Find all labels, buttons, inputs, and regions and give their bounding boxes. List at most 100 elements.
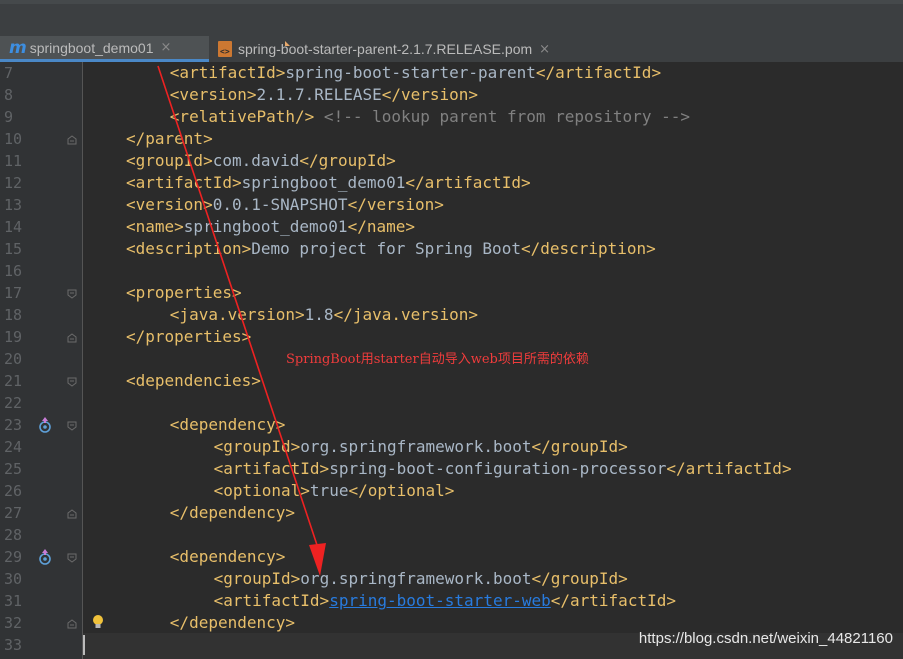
code-text: <artifactId>spring-boot-configuration-pr… [214,458,792,480]
dependency-update-icon[interactable] [38,417,52,433]
xml-tag: <artifactId> [213,591,330,610]
xml-tag: <java.version> [169,305,305,324]
code-line: 17 <properties> [0,282,903,304]
xml-tag: </artifactId> [666,459,792,478]
xml-tag: <name> [126,217,184,236]
code-line: 28 [0,524,903,546]
code-text: <artifactId>spring-boot-starter-web</art… [214,590,676,612]
line-number: 32 [4,614,23,632]
xml-value: springboot_demo01 [183,217,348,236]
line-number: 16 [4,262,23,280]
xml-tag: </groupId> [299,151,396,170]
code-line: 11 <groupId>com.david</groupId> [0,150,903,172]
lightbulb-icon[interactable] [91,614,105,630]
xml-tag: </groupId> [531,569,628,588]
code-line: 31 <artifactId>spring-boot-starter-web</a… [0,590,903,612]
xml-tag: <artifactId> [213,459,330,478]
xml-value: Demo project for Spring Boot [251,239,521,258]
xml-tag: </parent> [126,129,213,148]
line-number: 22 [4,394,23,412]
code-text: <java.version>1.8</java.version> [170,304,478,326]
tab-springboot-demo01[interactable]: m springboot_demo01 × [0,36,209,62]
line-number: 20 [4,350,23,368]
code-line: 30 <groupId>org.springframework.boot</gro… [0,568,903,590]
fold-start-icon[interactable] [67,421,77,431]
line-number: 8 [4,86,14,104]
close-icon[interactable]: × [539,42,550,57]
xml-tag: </groupId> [531,437,628,456]
xml-tag: </artifactId> [405,173,531,192]
code-text: <version>0.0.1-SNAPSHOT</version> [126,194,444,216]
fold-end-icon[interactable] [67,333,77,343]
code-line: 12 <artifactId>springboot_demo01</artifac… [0,172,903,194]
tab-label: spring-boot-starter-parent-2.1.7.RELEASE… [238,41,533,57]
line-number: 18 [4,306,23,324]
xml-tag: </name> [347,217,415,236]
code-line: 27 </dependency> [0,502,903,524]
code-text: <groupId>com.david</groupId> [126,150,396,172]
xml-tag: <dependencies> [126,371,261,390]
xml-tag: <groupId> [126,151,213,170]
line-number: 15 [4,240,23,258]
line-number: 21 [4,372,23,390]
line-number: 24 [4,438,23,456]
xml-comment: <!-- lookup parent from repository --> [314,107,690,126]
code-text: </parent> [126,128,213,150]
top-shade [0,0,903,4]
line-number: 30 [4,570,23,588]
code-line: 13 <version>0.0.1-SNAPSHOT</version> [0,194,903,216]
code-text: <optional>true</optional> [214,480,455,502]
fold-start-icon[interactable] [67,289,77,299]
line-number: 23 [4,416,23,434]
xml-tag: <groupId> [213,569,301,588]
xml-tag: <description> [126,239,252,258]
code-line: 23 <dependency> [0,414,903,436]
code-text: </dependency> [170,502,295,524]
xml-value: com.david [212,151,300,170]
tab-starter-parent-pom[interactable]: <> spring-boot-starter-parent-2.1.7.RELE… [210,36,610,62]
xml-value: 0.0.1-SNAPSHOT [212,195,348,214]
xml-tag: </dependency> [169,503,296,522]
code-line: 9 <relativePath/> <!-- lookup parent from… [0,106,903,128]
code-text: <description>Demo project for Spring Boo… [126,238,656,260]
line-number: 28 [4,526,23,544]
xml-value: spring-boot-starter-parent [285,63,536,82]
code-text: </properties> [126,326,251,348]
line-number: 31 [4,592,23,610]
xml-tag: </dependency> [169,613,296,632]
xml-value: org.springframework.boot [300,569,532,588]
xml-tag: <properties> [126,283,242,302]
line-number: 10 [4,130,23,148]
fold-start-icon[interactable] [67,553,77,563]
line-number: 33 [4,636,23,654]
fold-end-icon[interactable] [67,135,77,145]
xml-value: 1.8 [304,305,334,324]
xml-value: spring-boot-configuration-processor [329,459,667,478]
fold-end-icon[interactable] [67,509,77,519]
line-number: 19 [4,328,23,346]
code-line: 26 <optional>true</optional> [0,480,903,502]
xml-tag: </version> [381,85,479,104]
code-line: 14 <name>springboot_demo01</name> [0,216,903,238]
editor-tab-bar: m springboot_demo01 × <> spring-boot-sta… [0,36,903,63]
dependency-update-icon[interactable] [38,549,52,565]
code-text: <groupId>org.springframework.boot</group… [214,568,628,590]
xml-tag: <optional> [213,481,310,500]
artifact-link[interactable]: spring-boot-starter-web [329,591,551,610]
annotation-note: SpringBoot用starter自动导入web项目所需的依赖 [286,352,589,367]
code-line: 7 <artifactId>spring-boot-starter-parent<… [0,62,903,84]
watermark: https://blog.csdn.net/weixin_44821160 [638,630,893,647]
xml-tag: <dependency> [169,415,286,434]
code-text: <relativePath/> <!-- lookup parent from … [170,106,690,128]
xml-tag: </artifactId> [535,63,662,82]
line-number: 17 [4,284,23,302]
xml-value: true [309,481,349,500]
close-icon[interactable]: × [160,40,171,55]
xml-value: org.springframework.boot [300,437,532,456]
xml-tag: <groupId> [213,437,301,456]
fold-end-icon[interactable] [67,619,77,629]
line-number: 14 [4,218,23,236]
fold-start-icon[interactable] [67,377,77,387]
xml-tag: </java.version> [333,305,479,324]
xml-tag: <relativePath/> [169,107,315,126]
